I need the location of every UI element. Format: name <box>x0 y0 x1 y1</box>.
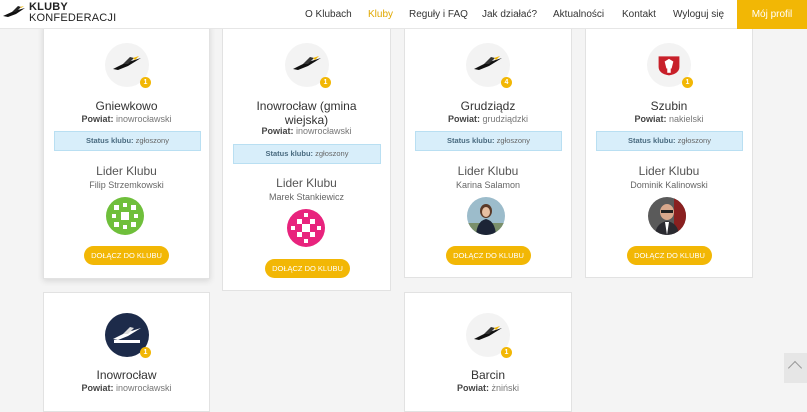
leader-name: Dominik Kalinowski <box>630 180 708 190</box>
club-card: 1 Szubin Powiat: nakielski Status klubu:… <box>585 24 753 278</box>
nav-item-jak-dzialac[interactable]: Jak działać? <box>482 9 537 20</box>
city-crest-icon <box>658 56 680 76</box>
nav-item-kontakt[interactable]: Kontakt <box>622 9 656 20</box>
join-club-button[interactable]: DOŁĄCZ DO KLUBU <box>265 259 350 278</box>
club-emblem: 4 <box>466 43 512 88</box>
status-badge: Status klubu: zgłoszony <box>233 144 381 164</box>
club-member-count: 4 <box>501 77 512 88</box>
leader-avatar <box>648 197 686 235</box>
club-card: 1 Gniewkowo Powiat: inowrocławski Status… <box>43 24 210 279</box>
powiat-value: inowrocławski <box>296 126 352 136</box>
join-club-button[interactable]: DOŁĄCZ DO KLUBU <box>446 246 531 265</box>
club-emblem: 1 <box>285 43 331 88</box>
nav-item-o-klubach[interactable]: O Klubach <box>305 9 352 20</box>
leader-avatar <box>106 197 144 235</box>
leader-name: Karina Salamon <box>455 180 521 190</box>
club-member-count: 1 <box>682 77 693 88</box>
status-badge: Status klubu: zgłoszony <box>415 131 562 151</box>
top-header: KLUBY KONFEDERACJI O Klubach Kluby Reguł… <box>0 0 807 29</box>
club-name: Inowrocław (gmina wiejska) <box>256 99 357 127</box>
stork-emblem-icon <box>474 56 502 70</box>
leader-title: Lider Klubu <box>457 164 519 178</box>
my-profile-button[interactable]: Mój profil <box>737 0 807 29</box>
club-card: 1 Inowrocław (gmina wiejska) Powiat: ino… <box>222 24 391 291</box>
stork-emblem-icon <box>113 56 141 70</box>
leader-name: Filip Strzemkowski <box>89 180 164 190</box>
powiat-label: Powiat: <box>261 126 294 136</box>
leader-title: Lider Klubu <box>638 164 700 178</box>
club-emblem: 1 <box>647 43 693 88</box>
club-member-count: 1 <box>140 77 151 88</box>
powiat-label: Powiat: <box>456 383 489 393</box>
status-value: zgłoszony <box>315 149 349 158</box>
stork-emblem-icon <box>474 326 502 340</box>
status-label: Status klubu: <box>86 136 134 145</box>
leader-avatar <box>287 209 325 247</box>
club-emblem: 1 <box>466 313 512 358</box>
club-card: 1 Barcin Powiat: żniński <box>404 292 572 412</box>
stork-emblem-icon <box>293 56 321 70</box>
status-value: zgłoszony <box>135 136 169 145</box>
club-name: Szubin <box>650 99 688 113</box>
club-name: Gniewkowo <box>95 99 158 113</box>
status-label: Status klubu: <box>447 136 495 145</box>
club-member-count: 1 <box>501 347 512 358</box>
status-badge: Status klubu: zgłoszony <box>54 131 201 151</box>
nav-item-reguly[interactable]: Reguły i FAQ <box>409 9 468 20</box>
join-club-button[interactable]: DOŁĄCZ DO KLUBU <box>84 246 169 265</box>
status-label: Status klubu: <box>265 149 314 158</box>
powiat-label: Powiat: <box>447 114 480 124</box>
powiat-value: nakielski <box>669 114 704 124</box>
club-member-count: 1 <box>140 347 151 358</box>
club-card: 1 Inowrocław Powiat: inowrocławski <box>43 292 210 412</box>
status-badge: Status klubu: zgłoszony <box>596 131 743 151</box>
stork-logo-icon <box>3 6 25 17</box>
club-emblem: 1 <box>105 43 151 88</box>
club-name: Grudziądz <box>460 99 516 113</box>
powiat-label: Powiat: <box>634 114 667 124</box>
powiat-value: grudziądzki <box>482 114 529 124</box>
site-logo[interactable]: KLUBY KONFEDERACJI <box>2 2 116 24</box>
club-name: Barcin <box>470 368 505 382</box>
status-value: zgłoszony <box>677 136 711 145</box>
nav-item-kluby[interactable]: Kluby <box>368 9 393 20</box>
powiat-label: Powiat: <box>81 114 114 124</box>
status-value: zgłoszony <box>496 136 530 145</box>
leader-title: Lider Klubu <box>276 176 337 190</box>
leader-name: Marek Stankiewicz <box>268 192 345 202</box>
scroll-to-top-button[interactable] <box>784 353 807 383</box>
club-member-count: 1 <box>320 77 331 88</box>
logo-line2: KONFEDERACJI <box>29 12 117 24</box>
join-club-button[interactable]: DOŁĄCZ DO KLUBU <box>627 246 712 265</box>
status-label: Status klubu: <box>628 136 676 145</box>
stork-emblem-icon <box>113 327 141 343</box>
chevron-up-icon <box>787 360 803 376</box>
leader-avatar <box>467 197 505 235</box>
powiat-value: inowrocławski <box>116 114 172 124</box>
nav-item-aktualnosci[interactable]: Aktualności <box>553 9 604 20</box>
nav-item-wyloguj[interactable]: Wyloguj się <box>673 9 724 20</box>
club-emblem: 1 <box>105 313 151 358</box>
powiat-label: Powiat: <box>81 383 114 393</box>
powiat-value: żniński <box>491 383 520 393</box>
powiat-value: inowrocławski <box>116 383 172 393</box>
club-name: Inowrocław <box>96 368 157 382</box>
club-card: 4 Grudziądz Powiat: grudziądzki Status k… <box>404 24 572 278</box>
leader-title: Lider Klubu <box>96 164 157 178</box>
